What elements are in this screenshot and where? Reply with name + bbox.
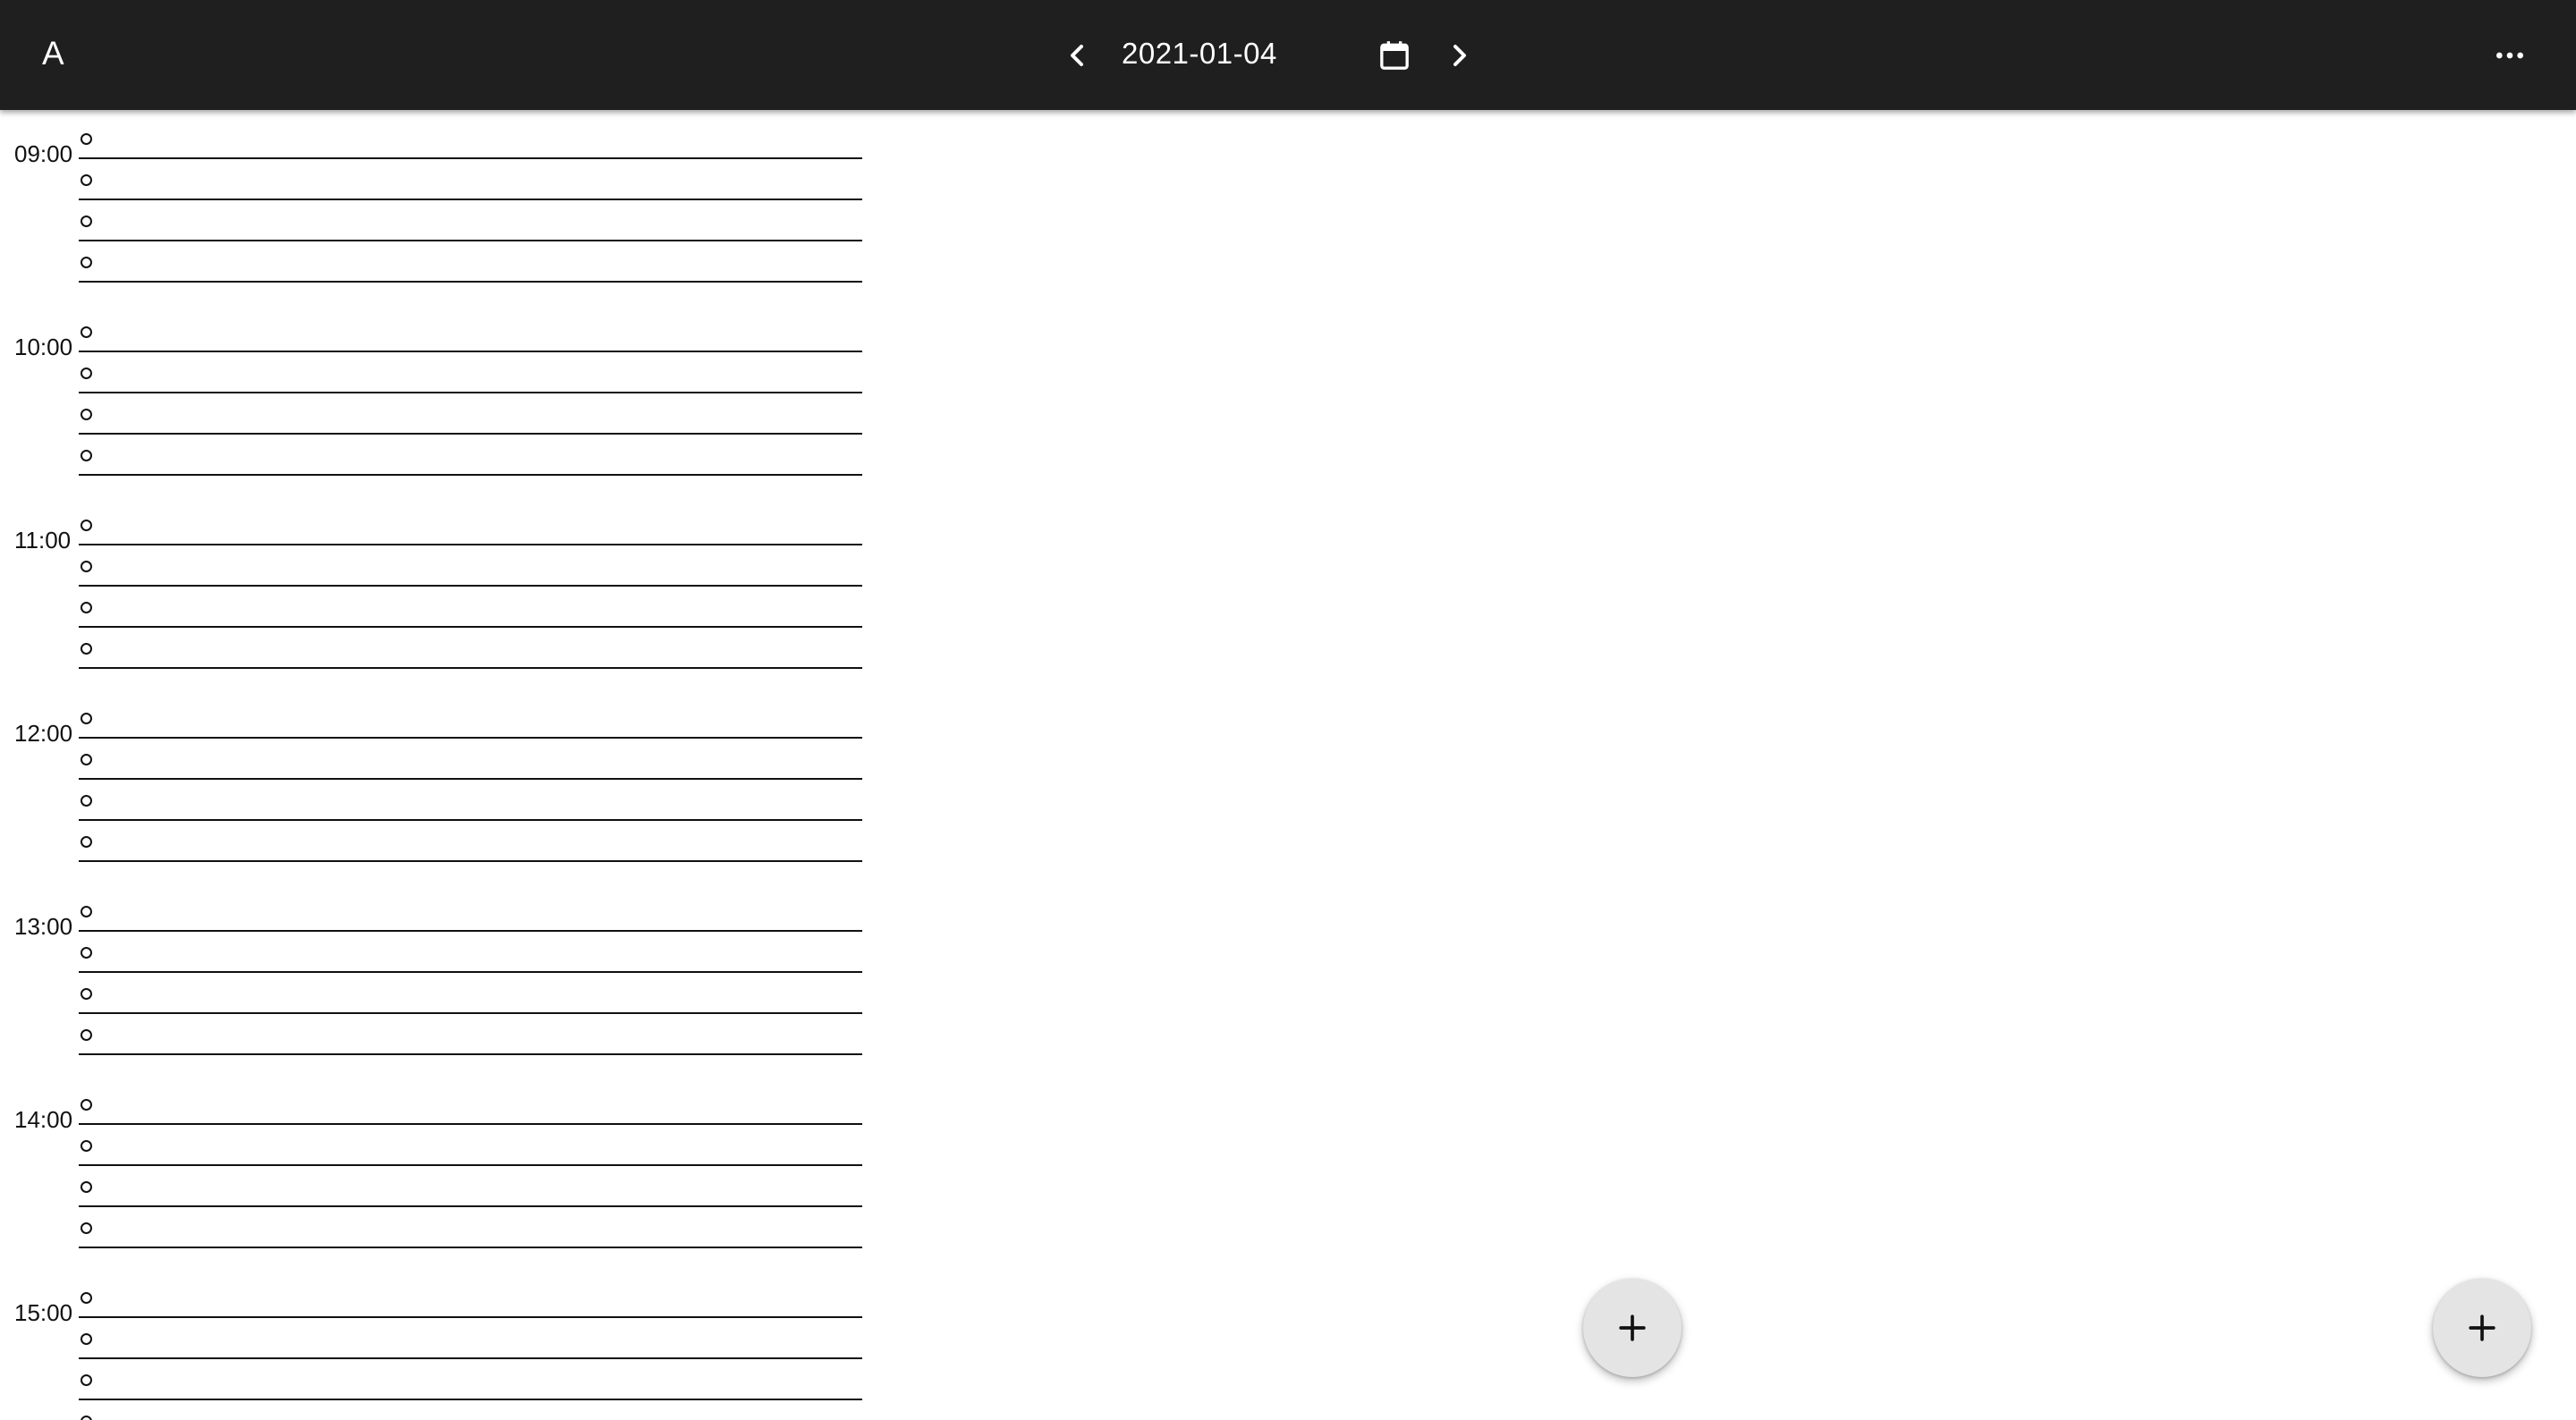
slot-checkbox[interactable]: [80, 836, 92, 848]
hour-label: 11:00: [14, 527, 72, 554]
hour-block: 13:00: [0, 891, 877, 1084]
time-slot[interactable]: [79, 821, 862, 862]
hour-label: 15:00: [14, 1299, 73, 1326]
slot-checkbox[interactable]: [80, 906, 92, 917]
time-slot[interactable]: [79, 587, 862, 628]
chevron-right-icon: [1453, 45, 1466, 66]
slot-checkbox[interactable]: [80, 947, 92, 959]
slot-checkbox[interactable]: [80, 520, 92, 531]
hour-block: 11:00: [0, 504, 877, 697]
slot-checkbox[interactable]: [80, 1181, 92, 1193]
time-slot[interactable]: [79, 1014, 862, 1055]
slot-checkbox[interactable]: [80, 1222, 92, 1234]
slot-checkbox[interactable]: [80, 561, 92, 572]
time-slot[interactable]: [79, 739, 862, 780]
time-slot[interactable]: [79, 1084, 862, 1125]
chevron-left-icon: [1071, 45, 1083, 66]
slot-checkbox[interactable]: [80, 1029, 92, 1041]
hour-label: 13:00: [14, 913, 73, 940]
time-slot[interactable]: [79, 311, 862, 352]
app-root: A 2021-01-04 09:00 10:00 11:00 12:00 13:…: [0, 0, 2576, 1420]
add-item-button[interactable]: [2433, 1279, 2531, 1377]
slot-checkbox[interactable]: [80, 988, 92, 1000]
slot-checkbox[interactable]: [80, 174, 92, 186]
time-slot[interactable]: [79, 393, 862, 435]
calendar-button[interactable]: [1366, 27, 1423, 84]
previous-day-button[interactable]: [1048, 27, 1106, 84]
slot-checkbox[interactable]: [80, 450, 92, 461]
time-slot[interactable]: [79, 159, 862, 200]
slot-checkbox[interactable]: [80, 713, 92, 724]
slot-checkbox[interactable]: [80, 795, 92, 807]
time-slot[interactable]: [79, 352, 862, 393]
time-slot[interactable]: [79, 1277, 862, 1318]
hour-label: 14:00: [14, 1106, 73, 1133]
time-slot[interactable]: [79, 1400, 862, 1420]
time-slot[interactable]: [79, 1318, 862, 1359]
plus-icon: [1619, 1314, 1646, 1341]
hour-block: 10:00: [0, 311, 877, 504]
slot-checkbox[interactable]: [80, 133, 92, 145]
slot-checkbox[interactable]: [80, 1333, 92, 1345]
slot-checkbox[interactable]: [80, 1374, 92, 1386]
time-slot[interactable]: [79, 780, 862, 821]
hour-label: 10:00: [14, 334, 73, 360]
time-slot[interactable]: [79, 697, 862, 739]
slot-checkbox[interactable]: [80, 368, 92, 379]
more-options-button[interactable]: [2481, 27, 2538, 84]
time-slot[interactable]: [79, 1125, 862, 1166]
slot-checkbox[interactable]: [80, 1416, 92, 1420]
app-title[interactable]: A: [42, 30, 64, 77]
slot-checkbox[interactable]: [80, 409, 92, 420]
current-date[interactable]: 2021-01-04: [1122, 30, 1277, 77]
slot-checkbox[interactable]: [80, 1140, 92, 1152]
time-slot[interactable]: [79, 1359, 862, 1400]
hour-block: 15:00: [0, 1277, 877, 1420]
slot-checkbox[interactable]: [80, 216, 92, 227]
time-slot[interactable]: [79, 1207, 862, 1248]
hour-block: 09:00: [0, 118, 877, 311]
time-slot[interactable]: [79, 545, 862, 587]
time-slot[interactable]: [79, 118, 862, 159]
slot-checkbox[interactable]: [80, 1292, 92, 1304]
time-slot[interactable]: [79, 973, 862, 1014]
time-slot[interactable]: [79, 435, 862, 476]
hour-label: 12:00: [14, 720, 73, 747]
time-slot[interactable]: [79, 1166, 862, 1207]
next-day-button[interactable]: [1431, 27, 1488, 84]
more-horizontal-icon: [2496, 52, 2523, 59]
hour-label: 09:00: [14, 140, 73, 167]
slot-checkbox[interactable]: [80, 257, 92, 268]
add-entry-button[interactable]: [1583, 1279, 1682, 1377]
slot-checkbox[interactable]: [80, 754, 92, 765]
plus-icon: [2469, 1314, 2496, 1341]
schedule-list: 09:00 10:00 11:00 12:00 13:00 14:00 15:00: [0, 110, 877, 1420]
hour-block: 12:00: [0, 697, 877, 891]
calendar-icon: [1380, 41, 1409, 70]
hour-block: 14:00: [0, 1084, 877, 1277]
slot-checkbox[interactable]: [80, 643, 92, 655]
time-slot[interactable]: [79, 241, 862, 283]
time-slot[interactable]: [79, 891, 862, 932]
time-slot[interactable]: [79, 504, 862, 545]
time-slot[interactable]: [79, 200, 862, 241]
app-bar: A 2021-01-04: [0, 0, 2576, 110]
slot-checkbox[interactable]: [80, 602, 92, 613]
time-slot[interactable]: [79, 932, 862, 973]
slot-checkbox[interactable]: [80, 1099, 92, 1111]
time-slot[interactable]: [79, 628, 862, 669]
slot-checkbox[interactable]: [80, 326, 92, 338]
